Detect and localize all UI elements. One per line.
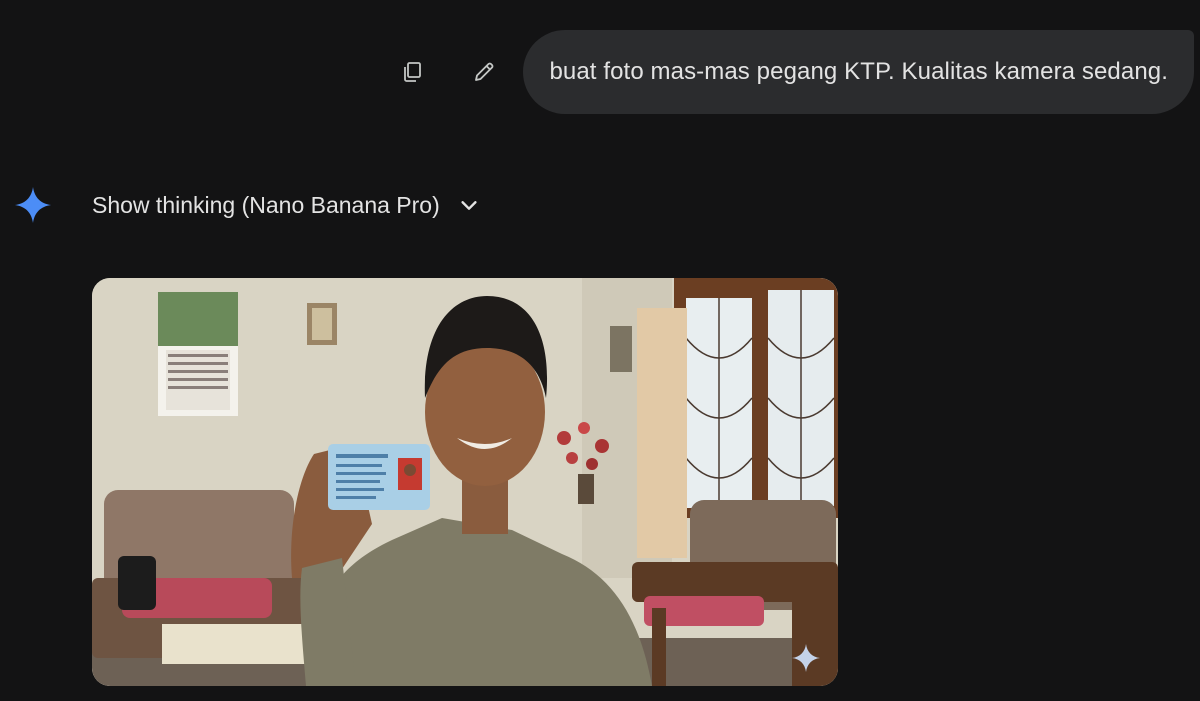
chat-page: buat foto mas-mas pegang KTP. Kualitas k…: [0, 0, 1200, 701]
curtain: [637, 308, 687, 558]
pencil-icon: [475, 62, 494, 81]
window: [674, 278, 838, 518]
generated-image[interactable]: [92, 278, 838, 686]
copy-icon: [404, 62, 422, 82]
wall-calendar: [158, 292, 238, 416]
user-message-bubble: buat foto mas-mas pegang KTP. Kualitas k…: [523, 30, 1194, 114]
chevron-down-icon: [461, 201, 477, 210]
copy-button[interactable]: [392, 52, 432, 92]
user-message-text: buat foto mas-mas pegang KTP. Kualitas k…: [549, 58, 1168, 85]
user-message-row: buat foto mas-mas pegang KTP. Kualitas k…: [392, 30, 1194, 114]
show-thinking-toggle[interactable]: Show thinking (Nano Banana Pro): [92, 192, 480, 219]
gemini-spark-icon: [14, 186, 52, 224]
model-response-header: Show thinking (Nano Banana Pro): [14, 186, 480, 224]
edit-button[interactable]: [464, 52, 504, 92]
show-thinking-label: Show thinking (Nano Banana Pro): [92, 191, 440, 218]
ktp-id-card: [328, 444, 430, 510]
